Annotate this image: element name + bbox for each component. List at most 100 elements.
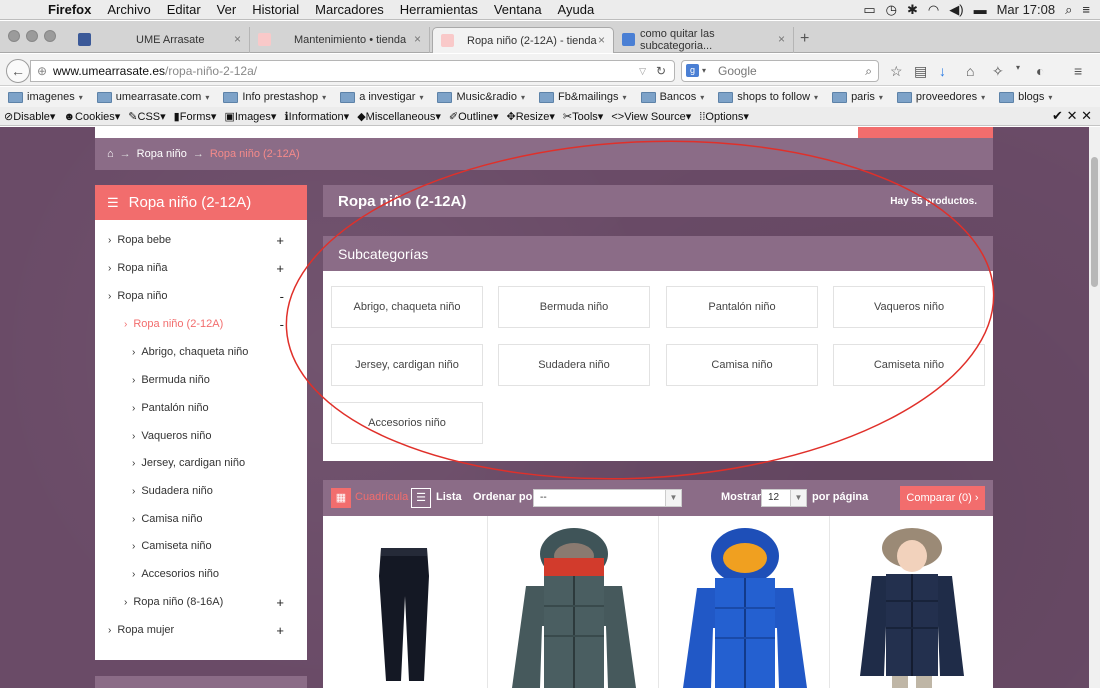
bookmark-folder-imagenes[interactable]: imagenes ▾: [8, 91, 83, 103]
extension-icon[interactable]: ✧: [992, 63, 1004, 80]
subcategory-camisa[interactable]: Camisa niño: [666, 344, 818, 386]
sidebar-item-ropa-nina[interactable]: › Ropa niña +: [108, 261, 298, 276]
bookmark-folder-umearrasate[interactable]: umearrasate.com ▾: [96, 91, 209, 103]
subcategory-abrigo[interactable]: Abrigo, chaqueta niño: [331, 286, 483, 328]
sidebar-item-pantalon[interactable]: › Pantalón niño: [132, 402, 209, 414]
url-dropdown-icon[interactable]: ▽: [639, 61, 646, 81]
tab-close-icon[interactable]: ×: [414, 32, 421, 46]
sidebar-item-ropa-mujer[interactable]: › Ropa mujer +: [108, 623, 298, 638]
reload-icon[interactable]: ↻: [656, 61, 666, 81]
sidebar-item-jersey[interactable]: › Jersey, cardigan niño: [132, 457, 245, 469]
bookmark-folder-shops-to-follow[interactable]: shops to follow ▾: [718, 91, 818, 103]
dev-css-menu[interactable]: ✎CSS▾: [128, 110, 165, 123]
bookmark-folder-music-radio[interactable]: Music&radio ▾: [437, 91, 525, 103]
sidebar-item-accesorios[interactable]: › Accesorios niño: [132, 568, 219, 580]
new-tab-plus-icon[interactable]: +: [800, 30, 809, 48]
tab-google-search[interactable]: como quitar las subcategoria... ×: [614, 27, 794, 53]
collapse-toggle-icon[interactable]: -: [280, 289, 284, 304]
menu-editar[interactable]: Editar: [159, 2, 209, 17]
dev-tools-menu[interactable]: ✂Tools▾: [563, 110, 603, 123]
dev-images-menu[interactable]: ▣Images▾: [224, 110, 276, 123]
bluetooth-icon[interactable]: ✱: [907, 2, 918, 18]
menu-historial[interactable]: Historial: [244, 2, 307, 17]
bookmark-folder-info-prestashop[interactable]: Info prestashop ▾: [223, 91, 326, 103]
notification-center-icon[interactable]: ≡: [1082, 2, 1090, 17]
subcategory-accesorios[interactable]: Accesorios niño: [331, 402, 483, 444]
compare-button[interactable]: Comparar (0) ›: [900, 486, 985, 510]
order-select[interactable]: -- ▼: [533, 489, 682, 507]
subcategory-bermuda[interactable]: Bermuda niño: [498, 286, 650, 328]
home-icon[interactable]: ⌂: [966, 63, 974, 79]
collapse-toggle-icon[interactable]: -: [280, 317, 284, 332]
window-zoom-button[interactable]: [44, 30, 56, 42]
engine-dropdown-icon[interactable]: ▾: [702, 61, 706, 81]
product-card[interactable]: [659, 516, 830, 688]
dev-disable-menu[interactable]: ⊘Disable▾: [4, 110, 55, 123]
expand-toggle-icon[interactable]: +: [276, 595, 284, 610]
window-close-button[interactable]: [8, 30, 20, 42]
menu-archivo[interactable]: Archivo: [99, 2, 158, 17]
checkmark-icon[interactable]: ✔: [1052, 108, 1063, 123]
sidebar-item-camisa[interactable]: › Camisa niño: [132, 513, 202, 525]
grid-view-icon[interactable]: ▦: [331, 488, 351, 508]
google-engine-icon[interactable]: g: [686, 64, 699, 77]
tab-ropa-nino-active[interactable]: Ropa niño (2-12A) - tienda ×: [432, 27, 614, 53]
dev-cookies-menu[interactable]: ☻Cookies▾: [63, 110, 120, 123]
sidebar-item-abrigo[interactable]: › Abrigo, chaqueta niño: [132, 346, 248, 358]
extension-dropdown-icon[interactable]: ▾: [1016, 63, 1020, 72]
spotlight-search-icon[interactable]: ⌕: [1065, 2, 1072, 18]
url-bar[interactable]: ⊕ www.umearrasate.es/ropa-niño-2-12a/ ▽ …: [30, 60, 675, 82]
bookmark-folder-bancos[interactable]: Bancos ▾: [640, 91, 704, 103]
menu-herramientas[interactable]: Herramientas: [392, 2, 486, 17]
volume-icon[interactable]: ◀): [949, 2, 963, 18]
reading-list-icon[interactable]: ▤: [914, 63, 927, 80]
battery-icon[interactable]: ▬: [974, 2, 987, 17]
dev-view-source-menu[interactable]: <>View Source▾: [611, 110, 691, 123]
subcategory-pantalon[interactable]: Pantalón niño: [666, 286, 818, 328]
dev-options-menu[interactable]: ⁞⁞Options▾: [699, 110, 749, 123]
sidebar-item-vaqueros[interactable]: › Vaqueros niño: [132, 430, 211, 442]
search-magnifier-icon[interactable]: ⌕: [865, 61, 872, 81]
subcategory-sudadera[interactable]: Sudadera niño: [498, 344, 650, 386]
subcategory-vaqueros[interactable]: Vaqueros niño: [833, 286, 985, 328]
bookmark-folder-blogs[interactable]: blogs ▾: [999, 91, 1052, 103]
bookmark-star-icon[interactable]: ☆: [890, 63, 903, 80]
menu-ver[interactable]: Ver: [209, 2, 245, 17]
tab-close-icon[interactable]: ×: [598, 33, 605, 47]
time-machine-icon[interactable]: ◷: [886, 2, 897, 18]
breadcrumb-link[interactable]: Ropa niño: [137, 148, 187, 160]
expand-toggle-icon[interactable]: +: [276, 233, 284, 248]
dev-forms-menu[interactable]: ▮Forms▾: [174, 110, 217, 123]
subcategory-camiseta[interactable]: Camiseta niño: [833, 344, 985, 386]
bookmark-folder-a-investigar[interactable]: a investigar ▾: [340, 91, 423, 103]
bookmark-folder-proveedores[interactable]: proveedores ▾: [896, 91, 985, 103]
sidebar-item-sudadera[interactable]: › Sudadera niño: [132, 485, 213, 497]
window-minimize-button[interactable]: [26, 30, 38, 42]
close-x-icon[interactable]: ✕: [1067, 108, 1078, 123]
hamburger-menu-icon[interactable]: ≡: [1074, 63, 1082, 79]
product-card[interactable]: [830, 516, 993, 688]
per-page-select[interactable]: 12 ▼: [761, 489, 807, 507]
tab-close-icon[interactable]: ×: [234, 32, 241, 46]
menu-ventana[interactable]: Ventana: [486, 2, 550, 17]
wifi-icon[interactable]: ◠: [928, 2, 939, 18]
sidebar-item-ropa-nino[interactable]: › Ropa niño -: [108, 289, 298, 304]
menu-ayuda[interactable]: Ayuda: [550, 2, 603, 17]
search-bar[interactable]: g ▾ Google ⌕: [681, 60, 879, 82]
bookmark-folder-paris[interactable]: paris ▾: [832, 91, 883, 103]
tab-mantenimiento[interactable]: Mantenimiento • tienda ×: [250, 27, 430, 53]
tab-ume-arrasate[interactable]: UME Arrasate ×: [70, 27, 250, 53]
grid-view-label[interactable]: Cuadrícula: [355, 491, 408, 503]
sidebar-item-camiseta[interactable]: › Camiseta niño: [132, 540, 212, 552]
close-toolbar-icon[interactable]: ✕: [1081, 108, 1092, 123]
dev-information-menu[interactable]: ℹInformation▾: [284, 110, 349, 123]
home-icon[interactable]: ⌂: [107, 148, 114, 160]
scrollbar-thumb[interactable]: [1091, 157, 1098, 287]
product-card[interactable]: [323, 516, 488, 688]
downloads-icon[interactable]: ↓: [939, 63, 946, 79]
subcategory-jersey[interactable]: Jersey, cardigan niño: [331, 344, 483, 386]
page-scrollbar[interactable]: [1089, 127, 1100, 688]
sidebar-item-ropa-nino-8-16a[interactable]: › Ropa niño (8-16A) +: [124, 595, 298, 610]
menu-marcadores[interactable]: Marcadores: [307, 2, 392, 17]
dev-outline-menu[interactable]: ✐Outline▾: [449, 110, 499, 123]
